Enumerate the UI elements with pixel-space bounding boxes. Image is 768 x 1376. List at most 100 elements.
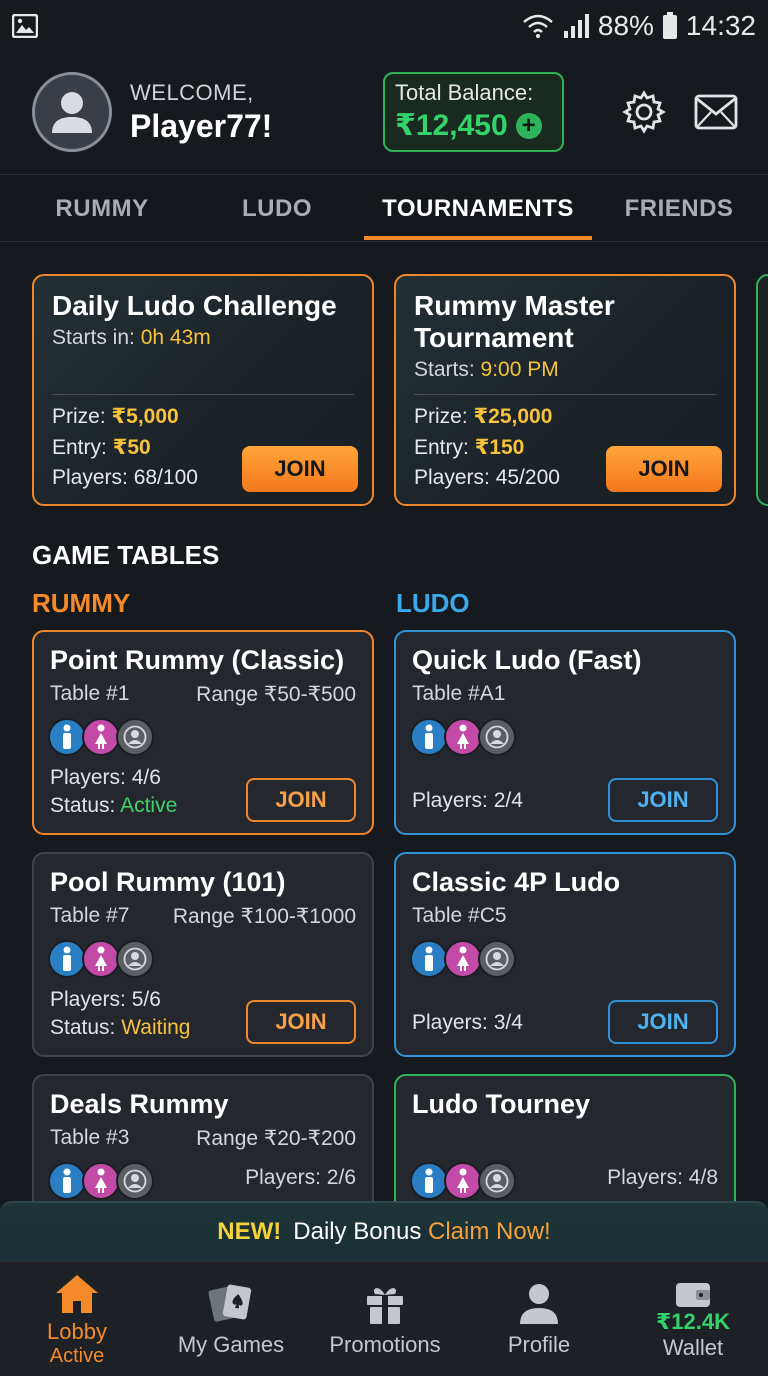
player-name: Player77! <box>130 108 273 144</box>
user-icon <box>52 92 92 133</box>
balance-box[interactable]: Total Balance: ₹12,450 + <box>383 72 564 152</box>
entry-label: Entry: <box>414 436 469 459</box>
banner-new-badge: NEW! <box>217 1218 282 1245</box>
empty-seat-icon <box>478 1162 516 1200</box>
nav-wallet[interactable]: ₹12.4K Wallet <box>616 1262 768 1376</box>
join-button[interactable]: JOIN <box>606 446 722 492</box>
nav-wallet-label: Wallet <box>662 1334 724 1360</box>
rummy-table-card[interactable]: Point Rummy (Classic) Table #1 Range ₹50… <box>32 630 374 835</box>
players-label: Players: <box>414 466 490 489</box>
male-player-icon <box>48 940 86 978</box>
section-title: GAME TABLES <box>32 540 220 570</box>
tab-ludo[interactable]: LUDO <box>192 175 362 243</box>
status-value: Waiting <box>121 1016 191 1039</box>
table-status: Status: Active <box>50 794 177 818</box>
wallet-balance: ₹12.4K <box>655 1308 730 1334</box>
players-count: Players: 2/4 <box>412 789 523 812</box>
player-avatars <box>48 718 154 756</box>
table-number: Table #C5 <box>412 904 507 927</box>
rummy-column-label: RUMMY <box>32 588 131 618</box>
join-button[interactable]: JOIN <box>608 778 718 822</box>
female-player-icon <box>444 1162 482 1200</box>
ludo-table-card[interactable]: Quick Ludo (Fast) Table #A1 Players: 2/4… <box>394 630 736 835</box>
home-icon <box>56 1274 98 1313</box>
ludo-column-label: LUDO <box>396 588 470 618</box>
players-value: 68/100 <box>133 466 198 489</box>
player-avatars <box>410 940 516 978</box>
cards-icon <box>208 1284 252 1322</box>
nav-lobby-label: Lobby <box>47 1318 107 1344</box>
tournament-card[interactable]: Rummy Master Tournament Starts: 9:00 PM … <box>394 274 736 506</box>
join-button[interactable]: JOIN <box>246 778 356 822</box>
players-value: 45/200 <box>495 466 560 489</box>
nav-profile-label: Profile <box>507 1331 571 1357</box>
starts-value: 0h 43m <box>140 326 211 349</box>
nav-my-games[interactable]: My Games <box>154 1262 308 1376</box>
players-count: Players: 5/6 <box>50 988 161 1011</box>
table-status: Status: Waiting <box>50 1016 190 1040</box>
tournament-card-peek[interactable] <box>756 274 768 506</box>
entry-line: Entry: ₹50 <box>52 435 151 460</box>
entry-label: Entry: <box>52 436 107 459</box>
gift-icon <box>367 1287 403 1324</box>
join-button[interactable]: JOIN <box>242 446 358 492</box>
gear-icon[interactable] <box>622 90 666 134</box>
nav-promotions[interactable]: Promotions <box>308 1262 462 1376</box>
table-title: Point Rummy (Classic) <box>50 645 345 675</box>
banner-text: Daily Bonus <box>293 1218 422 1245</box>
players-line: Players: 45/200 <box>414 466 560 490</box>
prize-value: ₹5,000 <box>111 405 179 428</box>
profile-icon <box>520 1283 558 1324</box>
nav-profile[interactable]: Profile <box>462 1262 616 1376</box>
tab-friends[interactable]: FRIENDS <box>600 175 758 243</box>
table-range: Range ₹50-₹500 <box>196 683 356 706</box>
starts-label: Starts: <box>414 358 475 381</box>
female-player-icon <box>82 718 120 756</box>
wallet-icon <box>676 1282 710 1307</box>
empty-seat-icon <box>478 940 516 978</box>
player-avatars <box>48 1162 154 1200</box>
nav-lobby[interactable]: Lobby Active <box>0 1262 154 1376</box>
table-title: Ludo Tourney <box>412 1089 590 1119</box>
tab-rummy[interactable]: RUMMY <box>16 175 188 243</box>
claim-now-link[interactable]: Claim Now! <box>428 1218 551 1245</box>
entry-value: ₹50 <box>112 436 151 459</box>
avatar[interactable] <box>32 72 112 152</box>
tournament-card[interactable]: Daily Ludo Challenge Starts in: 0h 43m P… <box>32 274 374 506</box>
empty-seat-icon <box>116 1162 154 1200</box>
male-player-icon <box>48 718 86 756</box>
game-tabs: RUMMY LUDO TOURNAMENTS FRIENDS <box>0 174 768 242</box>
divider <box>52 394 354 395</box>
nav-lobby-status: Active <box>49 1344 105 1367</box>
prize-line: Prize: ₹5,000 <box>52 404 179 429</box>
players-count: Players: 4/8 <box>607 1166 718 1189</box>
daily-bonus-banner[interactable]: NEW! Daily Bonus Claim Now! <box>0 1201 768 1261</box>
prize-value: ₹25,000 <box>473 405 553 428</box>
players-count: Players: 2/6 <box>245 1166 356 1189</box>
starts-label: Starts in: <box>52 326 135 349</box>
players-label: Players: <box>52 466 128 489</box>
divider <box>414 394 716 395</box>
table-number: Table #A1 <box>412 682 506 705</box>
join-button[interactable]: JOIN <box>246 1000 356 1044</box>
table-title: Pool Rummy (101) <box>50 867 286 897</box>
bottom-nav: Lobby Active My Games Promotions Profile <box>0 1261 768 1376</box>
male-player-icon <box>410 1162 448 1200</box>
tab-tournaments[interactable]: TOURNAMENTS <box>364 175 592 243</box>
rummy-table-card[interactable]: Pool Rummy (101) Table #7 Range ₹100-₹10… <box>32 852 374 1057</box>
balance-label: Total Balance: <box>395 80 534 105</box>
players-count: Players: 3/4 <box>412 1011 523 1034</box>
prize-line: Prize: ₹25,000 <box>414 404 552 429</box>
clock: 14:32 <box>685 10 756 41</box>
players-count: Players: 4/6 <box>50 766 161 789</box>
ludo-table-card[interactable]: Classic 4P Ludo Table #C5 Players: 3/4 J… <box>394 852 736 1057</box>
table-title: Quick Ludo (Fast) <box>412 645 642 675</box>
balance-amount: ₹12,450 <box>395 109 508 142</box>
wifi-icon <box>523 14 553 38</box>
table-range: Range ₹100-₹1000 <box>172 905 356 928</box>
status-label: Status: <box>50 1016 116 1039</box>
mail-icon[interactable] <box>694 94 738 130</box>
gallery-notification-icon <box>12 14 38 38</box>
join-button[interactable]: JOIN <box>608 1000 718 1044</box>
add-funds-icon[interactable]: + <box>515 112 542 139</box>
